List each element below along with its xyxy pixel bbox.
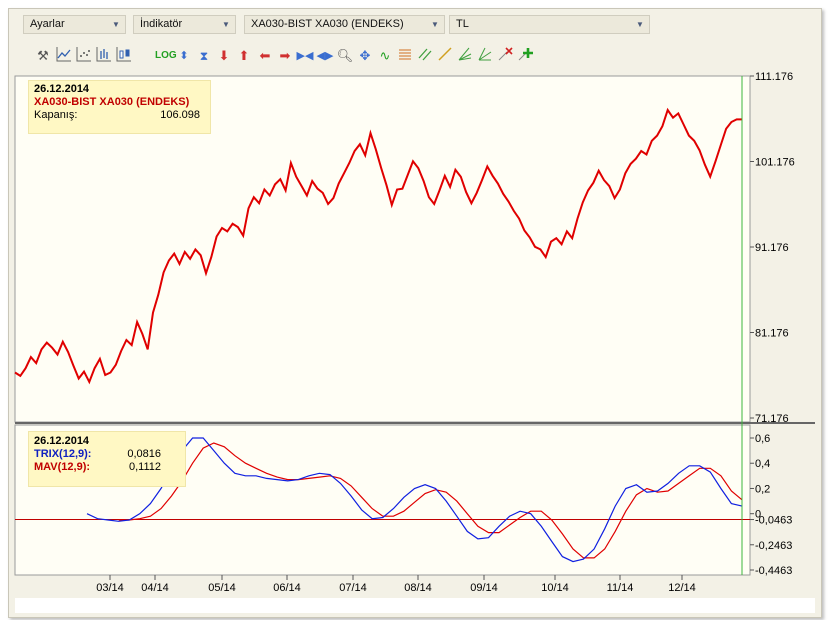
mav-label: MAV(12,9):: [34, 461, 91, 473]
x-tick-label: 04/14: [141, 582, 169, 594]
price-info-date: 26.12.2014: [34, 83, 90, 95]
y-tick-label: -0,2463: [755, 540, 792, 552]
y-tick-label: 0,6: [755, 433, 770, 445]
price-info-box: 26.12.2014 XA030-BIST XA030 (ENDEKS) Kap…: [28, 80, 211, 134]
price-info-close-label: Kapanış:: [34, 109, 78, 121]
chart-window: Ayarlar ▼ İndikatör ▼ XA030-BIST XA030 (…: [0, 0, 828, 620]
price-info-close-value: 106.098: [160, 109, 200, 121]
x-tick-label: 09/14: [470, 582, 498, 594]
scroll-strip[interactable]: [15, 598, 815, 613]
y-tick-label: -0,0463: [755, 515, 792, 527]
mav-value: 0,1112: [128, 461, 161, 473]
price-info-name: XA030-BIST XA030 (ENDEKS): [34, 96, 190, 108]
y-tick-label: 101.176: [755, 157, 795, 169]
trix-label: TRIX(12,9):: [34, 448, 92, 460]
x-tick-label: 06/14: [273, 582, 301, 594]
y-tick-label: -0,4463: [755, 565, 792, 577]
x-tick-label: 11/14: [607, 582, 634, 594]
y-tick-label: 0,4: [755, 458, 770, 470]
y-tick-label: 111.176: [755, 71, 793, 83]
x-tick-label: 12/14: [668, 582, 696, 594]
indicator-info-date: 26.12.2014: [34, 435, 90, 447]
x-tick-label: 08/14: [404, 582, 432, 594]
x-tick-label: 05/14: [208, 582, 236, 594]
x-tick-label: 10/14: [541, 582, 569, 594]
x-tick-label: 03/14: [96, 582, 124, 594]
indicator-info-box: 26.12.2014 TRIX(12,9): 0,0816 MAV(12,9):…: [28, 431, 186, 487]
y-tick-label: 91.176: [755, 242, 789, 254]
trix-value: 0,0816: [127, 448, 161, 460]
y-tick-label: 81.176: [755, 328, 789, 340]
y-tick-label: 71.176: [755, 413, 789, 425]
x-tick-label: 07/14: [339, 582, 367, 594]
y-tick-label: 0,2: [755, 483, 770, 495]
